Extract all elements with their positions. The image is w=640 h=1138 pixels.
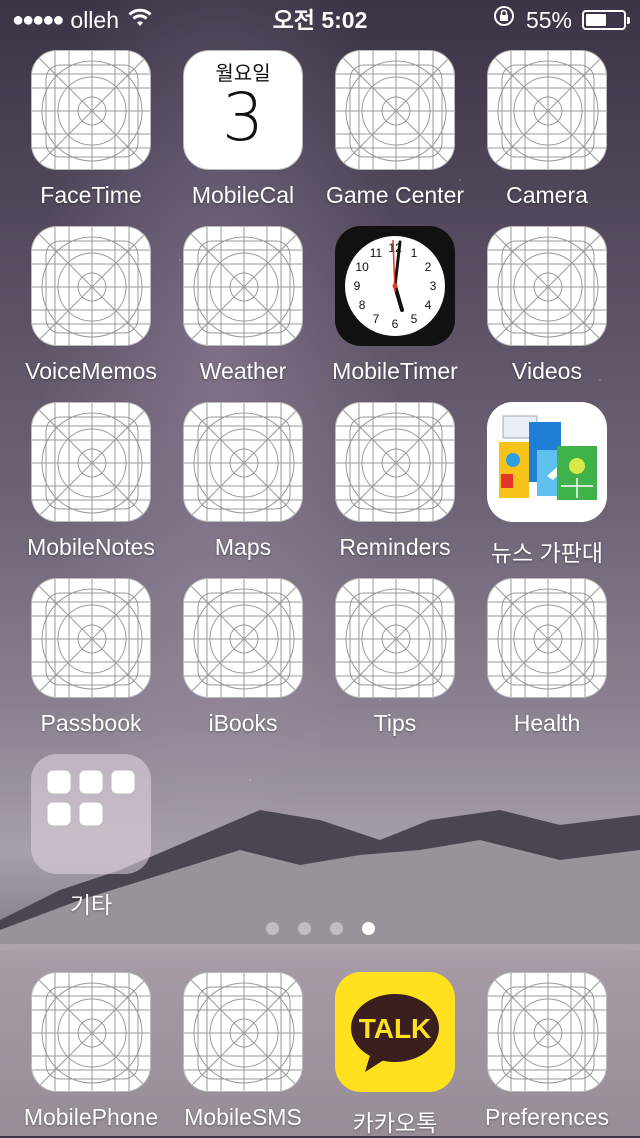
calendar-day: 3 [222, 79, 264, 156]
clock-number: 7 [373, 312, 380, 326]
app-label: FaceTime [40, 182, 142, 208]
app-label: Passbook [40, 710, 142, 736]
folder-other[interactable]: 기타 [16, 754, 166, 920]
app-mobilenotes[interactable]: MobileNotes [16, 402, 166, 561]
placeholder-grid-icon [335, 50, 455, 170]
battery-percent: 55% [525, 7, 572, 33]
folder-mini-icon [46, 769, 72, 795]
folder-label: 기타 [69, 892, 113, 918]
page-indicator[interactable] [0, 922, 640, 935]
folder-mini-icon [78, 801, 104, 827]
app-mobilecal[interactable]: 월요일 3 MobileCal [168, 50, 318, 209]
placeholder-grid-icon [183, 972, 303, 1092]
dock-app-preferences[interactable]: Preferences [472, 972, 622, 1131]
app-ibooks[interactable]: iBooks [168, 578, 318, 737]
calendar-icon: 월요일 3 [183, 50, 303, 170]
placeholder-grid-icon [31, 226, 151, 346]
app-label: Preferences [484, 1104, 609, 1130]
app-label: Maps [214, 534, 272, 560]
placeholder-grid-icon [335, 402, 455, 522]
app-facetime[interactable]: FaceTime [16, 50, 166, 209]
page-dot[interactable] [265, 922, 279, 935]
clock-number: 3 [430, 279, 437, 293]
placeholder-grid-icon [31, 402, 151, 522]
app-label: MobileTimer [332, 358, 458, 384]
app-newsstand[interactable]: 뉴스 가판대 [472, 402, 622, 568]
dock: MobilePhone MobileSMS TALK 카카오톡 Preferen… [0, 944, 640, 1136]
app-label: Reminders [339, 534, 451, 560]
app-label: Health [513, 710, 581, 736]
rotation-lock-icon [492, 0, 516, 40]
app-videos[interactable]: Videos [472, 226, 622, 385]
folder-mini-icon [110, 769, 136, 795]
app-label: MobileNotes [27, 534, 155, 560]
page-dot[interactable] [361, 922, 375, 935]
app-label: Videos [512, 358, 582, 384]
app-label: 뉴스 가판대 [490, 540, 604, 566]
clock-number: 2 [425, 260, 432, 274]
app-label: iBooks [208, 710, 278, 736]
clock-number: 6 [392, 317, 399, 331]
placeholder-grid-icon [487, 226, 607, 346]
app-health[interactable]: Health [472, 578, 622, 737]
clock-number: 10 [355, 260, 369, 274]
clock-number: 8 [359, 298, 366, 312]
app-label: 카카오톡 [352, 1110, 438, 1136]
placeholder-grid-icon [487, 972, 607, 1092]
app-label: Tips [373, 710, 417, 736]
status-bar: ●●●●● olleh 오전 5:02 55% [0, 0, 640, 40]
app-camera[interactable]: Camera [472, 50, 622, 209]
app-passbook[interactable]: Passbook [16, 578, 166, 737]
app-label: Game Center [325, 182, 465, 208]
app-label: Weather [199, 358, 287, 384]
app-game-center[interactable]: Game Center [320, 50, 470, 209]
kakaotalk-icon: TALK [335, 972, 455, 1092]
clock-number: 5 [411, 312, 418, 326]
app-label: VoiceMemos [25, 358, 157, 384]
clock-number: 1 [411, 246, 418, 260]
app-label: Camera [506, 182, 588, 208]
folder-mini-icon [78, 769, 104, 795]
dock-app-mobilesms[interactable]: MobileSMS [168, 972, 318, 1131]
placeholder-grid-icon [183, 578, 303, 698]
dock-app-kakaotalk[interactable]: TALK 카카오톡 [320, 972, 470, 1138]
app-weather[interactable]: Weather [168, 226, 318, 385]
placeholder-grid-icon [31, 578, 151, 698]
placeholder-grid-icon [183, 226, 303, 346]
app-label: MobilePhone [23, 1104, 159, 1130]
app-label: MobileCal [191, 182, 295, 208]
placeholder-grid-icon [335, 578, 455, 698]
app-maps[interactable]: Maps [168, 402, 318, 561]
clock-number: 4 [425, 298, 432, 312]
placeholder-grid-icon [487, 50, 607, 170]
app-voicememos[interactable]: VoiceMemos [16, 226, 166, 385]
app-reminders[interactable]: Reminders [320, 402, 470, 561]
app-tips[interactable]: Tips [320, 578, 470, 737]
kakaotalk-talk-text: TALK [359, 1013, 432, 1044]
newsstand-icon [487, 402, 607, 522]
placeholder-grid-icon [487, 578, 607, 698]
battery-icon [582, 10, 630, 30]
page-dot[interactable] [297, 922, 311, 935]
folder-mini-icon [46, 801, 72, 827]
clock-number: 9 [354, 279, 361, 293]
placeholder-grid-icon [31, 972, 151, 1092]
placeholder-grid-icon [31, 50, 151, 170]
folder-icon [31, 754, 151, 874]
clock-icon: 12 1 2 3 4 5 6 7 8 9 10 11 [335, 226, 455, 346]
dock-app-mobilephone[interactable]: MobilePhone [16, 972, 166, 1131]
placeholder-grid-icon [183, 402, 303, 522]
app-mobiletimer[interactable]: 12 1 2 3 4 5 6 7 8 9 10 11 MobileTimer [320, 226, 470, 385]
app-label: MobileSMS [184, 1104, 302, 1130]
page-dot[interactable] [329, 922, 343, 935]
clock-number: 11 [370, 246, 383, 260]
